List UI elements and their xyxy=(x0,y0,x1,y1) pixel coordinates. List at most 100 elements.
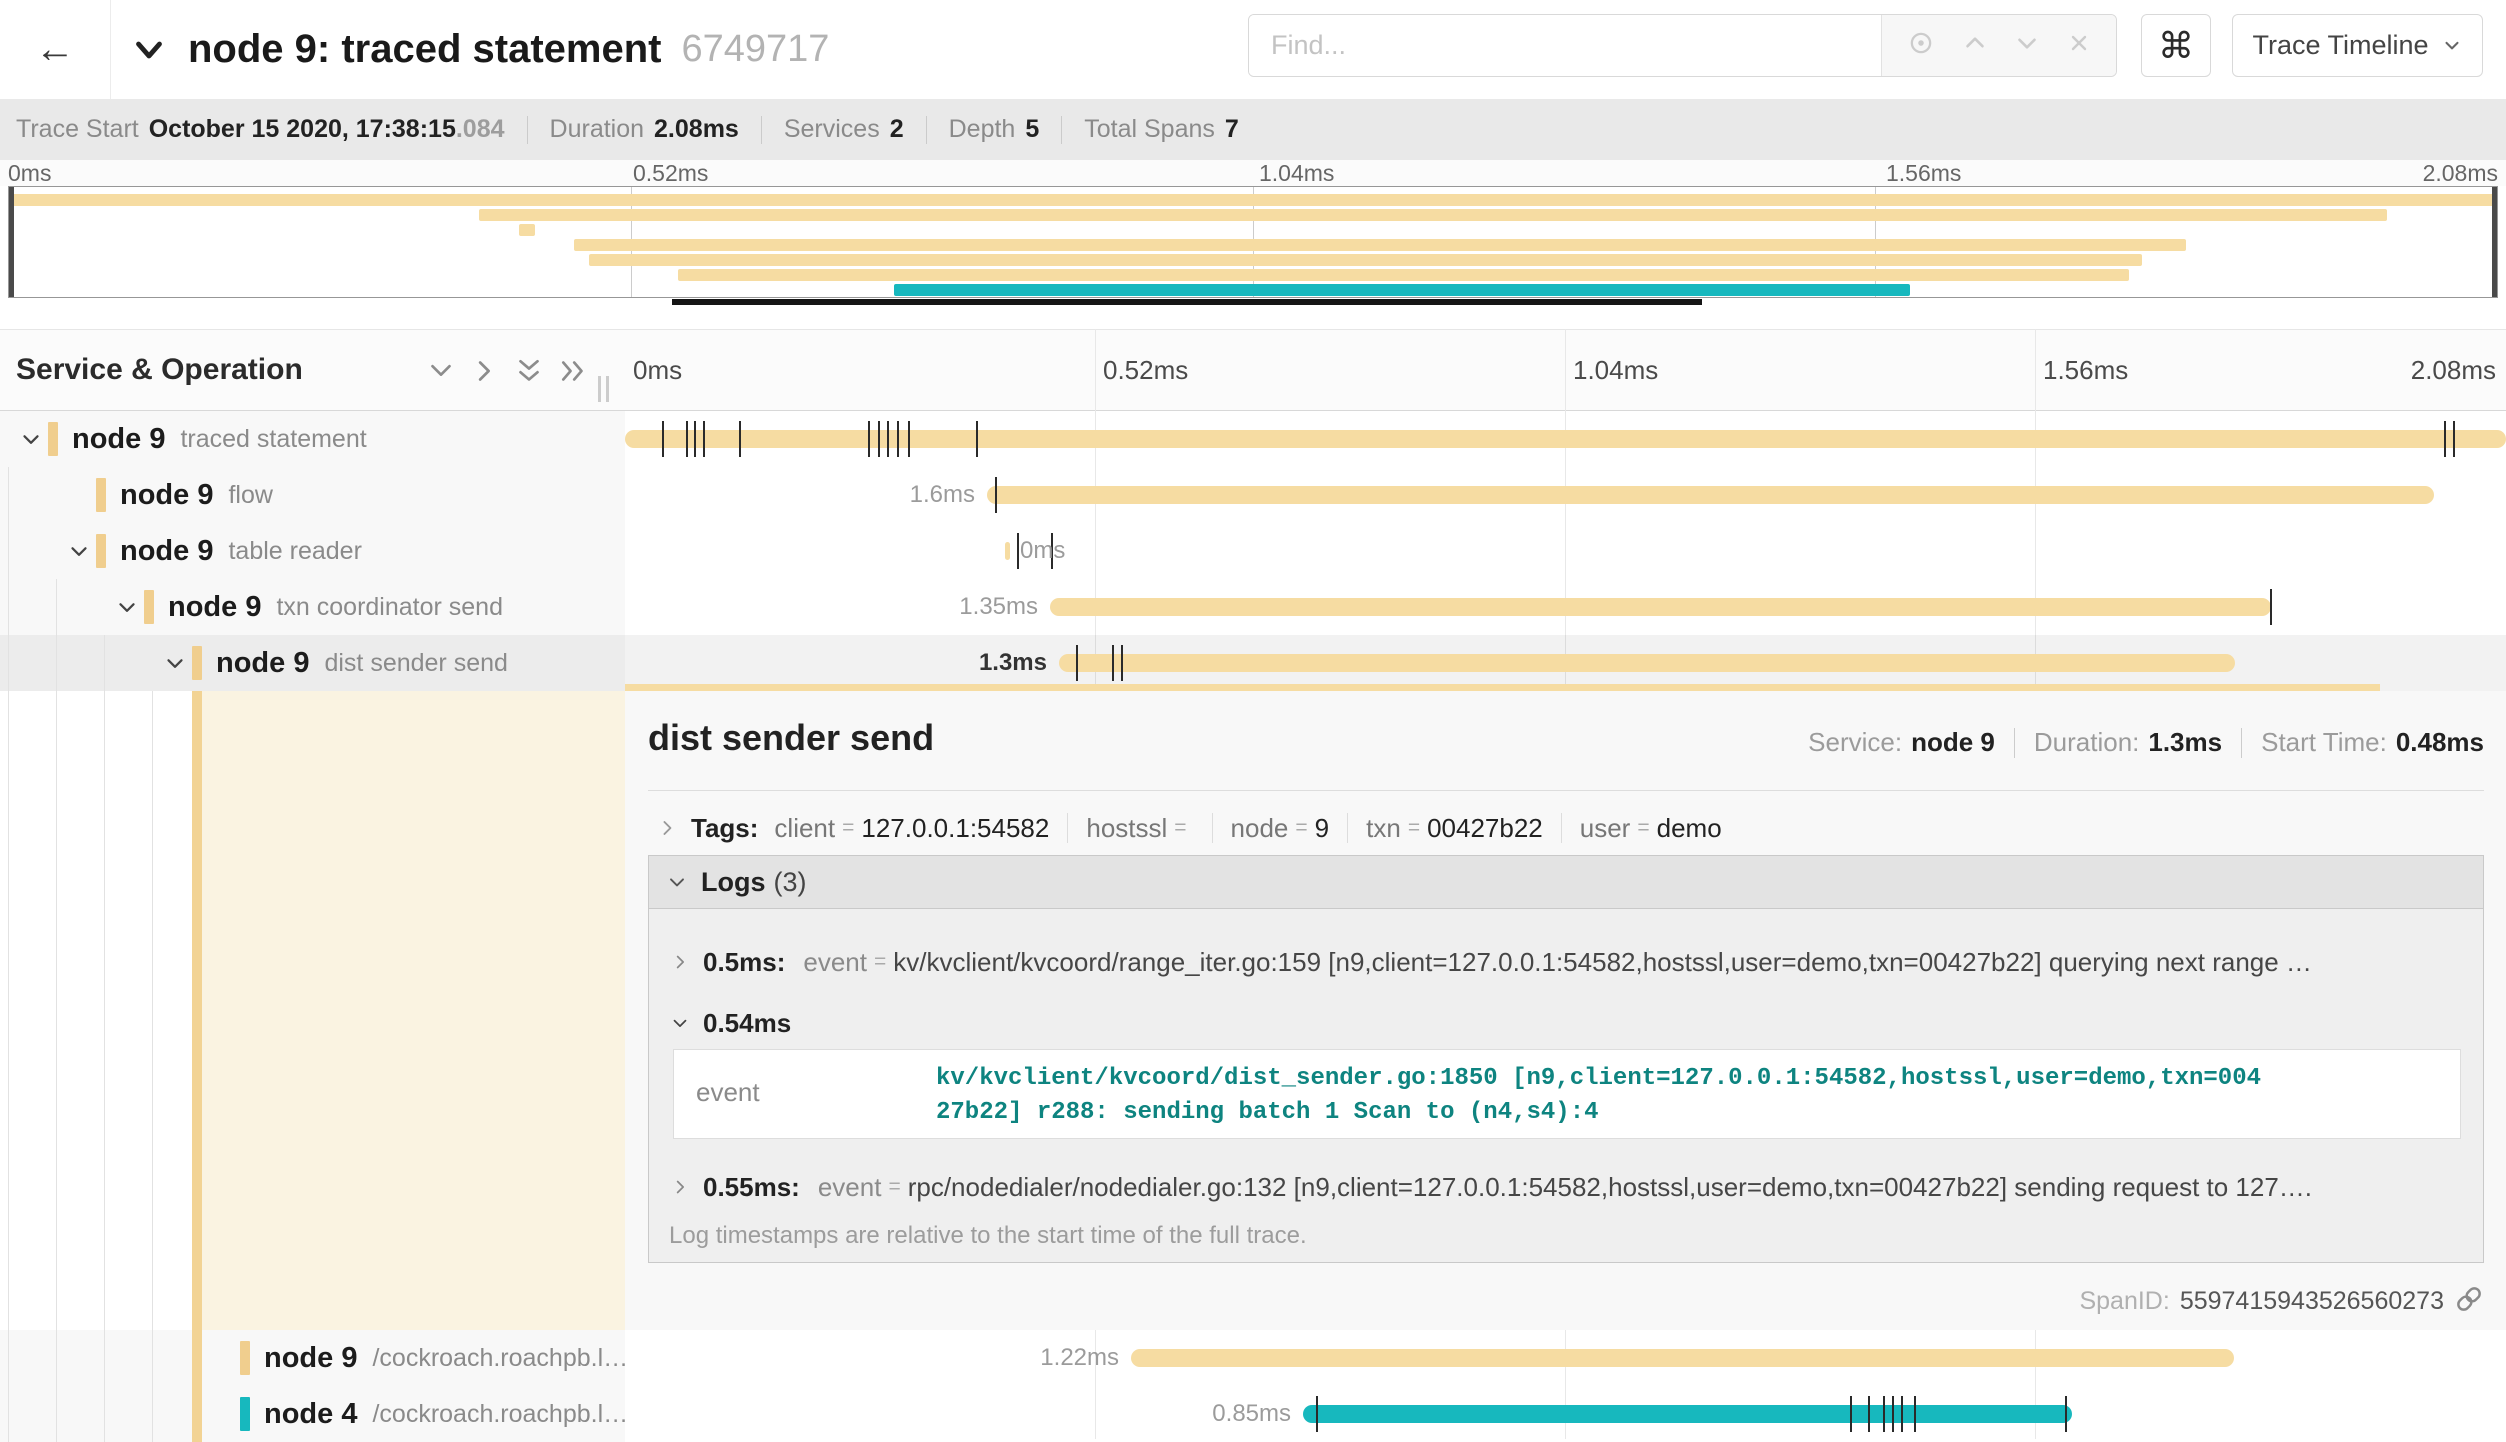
span-name-cell[interactable]: node 9flow xyxy=(0,467,625,523)
trace-start-value: October 15 2020, 17:38:15 xyxy=(149,115,456,144)
span-duration-label: Duration: xyxy=(2034,727,2140,758)
indent-guide xyxy=(8,635,9,691)
span-timeline-cell[interactable]: 0ms xyxy=(625,523,2506,579)
next-match-icon[interactable] xyxy=(2012,28,2042,63)
trace-start-fraction: .084 xyxy=(456,115,505,144)
span-timeline-cell[interactable]: 1.22ms xyxy=(625,1330,2506,1386)
span-row[interactable]: node 9/cockroach.roachpb.l…1.22ms xyxy=(0,1330,2506,1386)
span-row[interactable]: node 4/cockroach.roachpb.l…0.85ms xyxy=(0,1386,2506,1442)
duration-value: 2.08ms xyxy=(654,115,739,144)
minimap-scrollbar[interactable] xyxy=(672,299,1702,305)
minimap-ruler: 0ms 0.52ms 1.04ms 1.56ms 2.08ms xyxy=(0,160,2506,186)
expander-chevron-icon[interactable] xyxy=(18,427,44,458)
operation-name: traced statement xyxy=(180,425,366,454)
minimap-left-handle[interactable] xyxy=(9,187,14,297)
span-bar[interactable] xyxy=(1059,654,2235,672)
expand-one-icon[interactable] xyxy=(468,354,502,393)
trace-minimap[interactable] xyxy=(8,186,2498,298)
indent-guide xyxy=(104,635,105,691)
span-timeline-cell[interactable]: 1.35ms xyxy=(625,579,2506,635)
link-icon[interactable] xyxy=(2454,1284,2484,1319)
stats-separator xyxy=(1061,116,1062,144)
indent-guide xyxy=(8,691,9,1330)
span-timeline-cell[interactable]: 1.3ms xyxy=(625,635,2506,691)
logs-label: Logs xyxy=(701,867,766,898)
log-marker-tick xyxy=(662,421,664,457)
log-entry[interactable]: 0.5ms: event = kv/kvclient/kvcoord/range… xyxy=(669,942,2463,982)
span-row[interactable]: node 9flow1.6ms xyxy=(0,467,2506,523)
log-key: event xyxy=(818,1172,882,1203)
indent-guide xyxy=(152,1330,153,1386)
collapse-trace-icon[interactable] xyxy=(128,29,170,76)
chevron-right-icon xyxy=(669,951,691,973)
keyboard-shortcuts-button[interactable]: ⌘ xyxy=(2141,14,2211,77)
trace-view-dropdown[interactable]: Trace Timeline xyxy=(2232,14,2483,77)
ruler-tick: 0ms xyxy=(8,160,51,187)
log-timestamp: 0.54ms xyxy=(703,1008,791,1039)
start-time-value: 0.48ms xyxy=(2396,727,2484,758)
clear-search-icon[interactable] xyxy=(2065,29,2093,62)
span-name-cell[interactable]: node 9txn coordinator send xyxy=(0,579,625,635)
span-bar[interactable] xyxy=(987,486,2434,504)
operation-name: dist sender send xyxy=(324,649,507,678)
tags-row[interactable]: Tags: client=127.0.0.1:54582hostssl=node… xyxy=(655,807,1722,849)
log-entry[interactable]: 0.55ms: event = rpc/nodedialer/nodediale… xyxy=(669,1167,2463,1207)
log-marker-tick xyxy=(1017,533,1019,569)
expand-all-icon[interactable] xyxy=(556,354,590,393)
detail-divider xyxy=(648,790,2484,791)
service-label: Service: xyxy=(1808,727,1902,758)
span-bar[interactable] xyxy=(1005,542,1010,560)
log-marker-tick xyxy=(1121,645,1123,681)
tag-equals: = xyxy=(1295,816,1307,840)
span-row[interactable]: node 9traced statement xyxy=(0,411,2506,467)
service-name: node 4 xyxy=(264,1398,357,1431)
locate-icon[interactable] xyxy=(1905,27,1937,64)
span-bar[interactable] xyxy=(1050,598,2271,616)
span-timeline-cell[interactable]: 0.85ms xyxy=(625,1386,2506,1442)
span-name-cell[interactable]: node 4/cockroach.roachpb.l… xyxy=(0,1386,625,1442)
span-name-cell[interactable]: node 9 dist sender send xyxy=(0,635,625,691)
minimap-span-bar xyxy=(894,284,1910,296)
span-row[interactable]: node 9txn coordinator send1.35ms xyxy=(0,579,2506,635)
minimap-right-handle[interactable] xyxy=(2492,187,2497,297)
tag-key: node xyxy=(1231,813,1289,844)
tag-item: hostssl= xyxy=(1086,813,1193,844)
service-operation-header: Service & Operation xyxy=(16,330,303,410)
tag-item: client=127.0.0.1:54582 xyxy=(774,813,1049,844)
logs-header[interactable]: Logs (3) xyxy=(649,856,2483,909)
expander-chevron-icon[interactable] xyxy=(66,539,92,570)
tag-separator xyxy=(1347,813,1348,843)
tag-key: client xyxy=(774,813,835,844)
chevron-down-icon xyxy=(665,870,689,894)
span-bar[interactable] xyxy=(1303,1405,2072,1423)
log-marker-tick xyxy=(739,421,741,457)
span-name-cell[interactable]: node 9/cockroach.roachpb.l… xyxy=(0,1330,625,1386)
back-button[interactable]: ← xyxy=(0,0,111,99)
expander-chevron-icon[interactable] xyxy=(114,595,140,626)
minimap-span-bar xyxy=(519,224,536,236)
span-row[interactable]: node 9 dist sender send 1.3ms xyxy=(0,635,2506,691)
span-row[interactable]: node 9table reader0ms xyxy=(0,523,2506,579)
find-input[interactable] xyxy=(1249,15,1881,76)
service-name: node 9 xyxy=(216,647,309,680)
span-bar[interactable] xyxy=(1131,1349,2234,1367)
span-duration-label: 1.3ms xyxy=(979,635,1047,691)
log-marker-tick xyxy=(995,477,997,513)
span-timeline-cell[interactable]: 1.6ms xyxy=(625,467,2506,523)
span-name-cell[interactable]: node 9traced statement xyxy=(0,411,625,467)
tag-value: demo xyxy=(1657,813,1722,844)
collapse-all-icon[interactable] xyxy=(512,354,546,393)
log-marker-tick xyxy=(1316,1396,1318,1432)
tag-value: 127.0.0.1:54582 xyxy=(861,813,1049,844)
span-timeline-cell[interactable] xyxy=(625,411,2506,467)
indent-guide xyxy=(152,1386,153,1442)
expander-chevron-icon[interactable] xyxy=(162,651,188,682)
operation-name: txn coordinator send xyxy=(276,593,503,622)
collapse-one-icon[interactable] xyxy=(424,354,458,393)
log-entry-expanded[interactable]: 0.54ms xyxy=(669,1003,2463,1043)
meta-separator xyxy=(2014,728,2015,758)
prev-match-icon[interactable] xyxy=(1960,28,1990,63)
minimap-span-bar xyxy=(589,254,2142,266)
span-name-cell[interactable]: node 9table reader xyxy=(0,523,625,579)
column-resizer-handle[interactable] xyxy=(598,376,609,402)
